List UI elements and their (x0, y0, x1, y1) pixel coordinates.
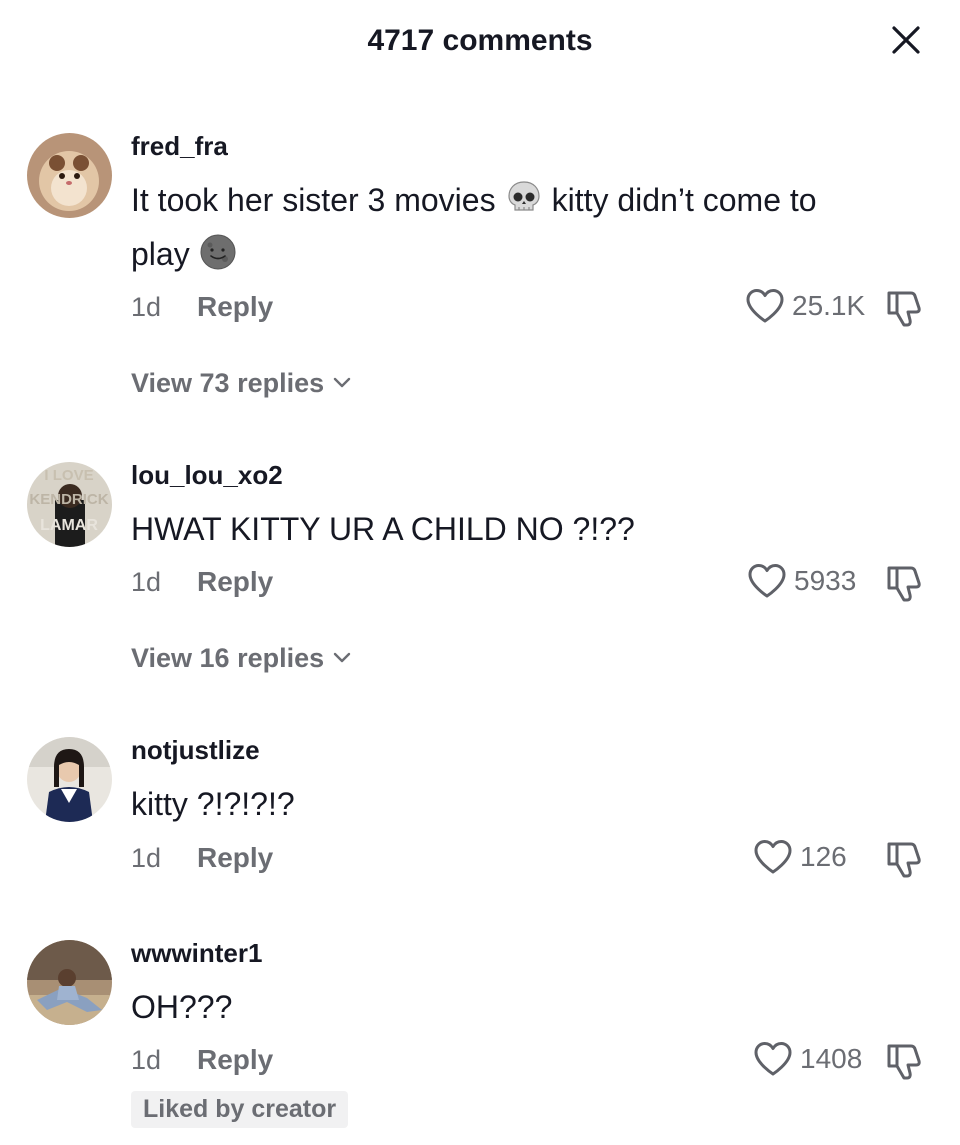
heart-icon (754, 1042, 792, 1076)
avatar[interactable] (27, 940, 112, 1025)
like-count: 126 (800, 841, 847, 872)
comments-count-title: 4717 comments (367, 24, 593, 57)
avatar-text: LAMAR (40, 517, 98, 534)
like-count: 1408 (800, 1043, 863, 1074)
thumbs-down-icon[interactable] (883, 560, 927, 604)
comment-username[interactable]: wwwinter1 (131, 938, 262, 969)
chevron-down-icon (333, 377, 351, 388)
comment-time: 1d (131, 567, 162, 597)
avatar-text: KENDRICK (29, 491, 108, 508)
view-replies-button[interactable]: View 16 replies (131, 643, 352, 674)
comment-time: 1d (131, 843, 162, 873)
avatar[interactable] (27, 737, 112, 822)
heart-icon (746, 289, 784, 323)
comment-text-part: It took her sister 3 movies (131, 182, 496, 218)
close-icon[interactable] (888, 22, 924, 58)
comments-header: 4717 comments (0, 0, 960, 90)
thumbs-down-icon[interactable] (883, 1038, 927, 1082)
comment-time: 1d (131, 292, 162, 322)
comment-username[interactable]: fred_fra (131, 131, 228, 162)
avatar-text: I LOVE (44, 467, 93, 484)
comment-time: 1d (131, 1045, 162, 1075)
thumbs-down-icon[interactable] (883, 836, 927, 880)
view-replies-label: View 16 replies (131, 643, 325, 673)
comment-text-part: kitty didn’t come to (551, 182, 817, 218)
comment-username[interactable]: notjustlize (131, 735, 260, 766)
like-count: 25.1K (792, 290, 866, 321)
like-count: 5933 (794, 565, 857, 596)
new-moon-face-icon (198, 232, 238, 272)
comment-username[interactable]: lou_lou_xo2 (131, 460, 283, 491)
liked-by-creator-badge: Liked by creator (131, 1091, 349, 1128)
reply-button[interactable]: Reply (197, 1044, 273, 1076)
like-button[interactable]: 1408 (752, 1040, 862, 1078)
reply-button[interactable]: Reply (197, 842, 273, 874)
like-button[interactable]: 25.1K (744, 287, 865, 325)
view-replies-button[interactable]: View 73 replies (131, 368, 352, 399)
heart-icon (748, 564, 786, 598)
thumbs-down-icon[interactable] (883, 285, 927, 329)
reply-button[interactable]: Reply (197, 566, 273, 598)
skull-icon (504, 178, 544, 218)
comment-text: HWAT KITTY UR A CHILD NO ?!?? (131, 511, 635, 547)
comment-text: kitty ?!?!?!? (131, 786, 295, 822)
avatar[interactable]: I LOVE KENDRICK LAMAR (27, 462, 112, 547)
comment-text-part: play (131, 236, 190, 272)
avatar[interactable] (27, 133, 112, 218)
reply-button[interactable]: Reply (197, 291, 273, 323)
chevron-down-icon (333, 652, 351, 663)
heart-icon (754, 840, 792, 874)
like-button[interactable]: 126 (752, 838, 847, 876)
comment-text: It took her sister 3 movies kitty didn’t … (131, 173, 931, 281)
comment-text: OH??? (131, 989, 233, 1025)
like-button[interactable]: 5933 (746, 562, 856, 600)
view-replies-label: View 73 replies (131, 368, 325, 398)
